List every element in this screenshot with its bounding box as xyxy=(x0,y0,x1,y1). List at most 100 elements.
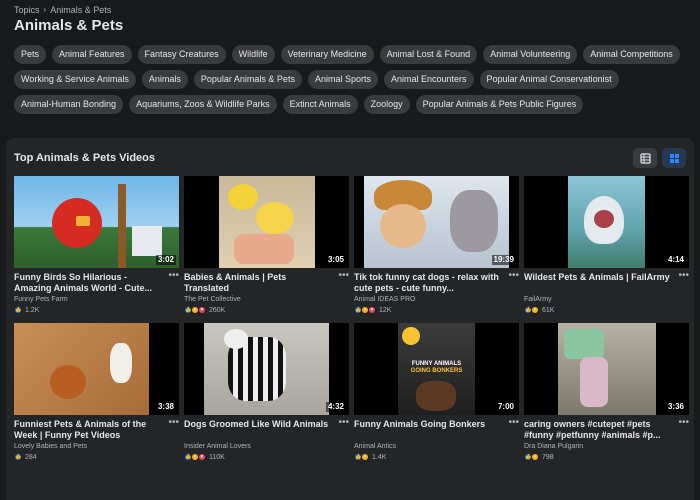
grid-view-icon xyxy=(669,153,679,163)
channel-name[interactable]: Dra Diana Pulgarin xyxy=(524,442,689,451)
topic-chip[interactable]: Popular Animal Conservationist xyxy=(479,70,619,89)
topic-chip[interactable]: Popular Animals & Pets xyxy=(193,70,302,89)
video-card[interactable]: 3:02 Funny Birds So Hilarious - Amazing A… xyxy=(14,176,179,315)
channel-name[interactable]: The Pet Collective xyxy=(184,295,349,304)
grid-view-button[interactable] xyxy=(662,148,686,168)
topic-chip[interactable]: Animal Lost & Found xyxy=(379,45,478,64)
topic-chip[interactable]: Extinct Animals xyxy=(282,95,358,114)
topic-chip[interactable]: Working & Service Animals xyxy=(14,70,136,89)
video-card[interactable]: 19:39 Tik tok funny cat dogs - relax with… xyxy=(354,176,519,315)
topic-chip[interactable]: Animal Competitions xyxy=(583,45,680,64)
topic-chip[interactable]: Animals xyxy=(141,70,188,89)
reaction-count: 12K xyxy=(379,306,392,314)
reaction-count: 260K xyxy=(209,306,226,314)
video-duration: 4:32 xyxy=(325,402,346,412)
list-view-button[interactable] xyxy=(633,148,657,168)
topic-chip[interactable]: Pets xyxy=(14,45,47,64)
reactions-summary[interactable]: 👍 284 xyxy=(14,452,179,462)
more-options-icon[interactable]: ••• xyxy=(678,417,689,428)
topic-chip[interactable]: Popular Animals & Pets Public Figures xyxy=(415,95,584,114)
topic-chip[interactable]: Fantasy Creatures xyxy=(137,45,226,64)
like-reaction-icon: 👍 xyxy=(14,453,22,461)
reaction-count: 798 xyxy=(542,453,554,461)
haha-reaction-icon: • xyxy=(531,453,539,461)
video-title[interactable]: Funniest Pets & Animals of the Week | Fu… xyxy=(14,419,162,441)
reactions-summary[interactable]: 👍 • 798 xyxy=(524,452,689,462)
section-title: Top Animals & Pets Videos xyxy=(14,152,155,164)
video-duration: 3:05 xyxy=(325,255,346,265)
channel-name[interactable]: Lovely Babies and Pets xyxy=(14,442,179,451)
reactions-summary[interactable]: 👍 • ♥ 260K xyxy=(184,305,349,315)
video-duration: 7:00 xyxy=(495,402,516,412)
video-card[interactable]: 3:38 Funniest Pets & Animals of the Week … xyxy=(14,323,179,462)
video-thumbnail[interactable]: 3:05 xyxy=(184,176,349,268)
channel-name[interactable]: Insider Animal Lovers xyxy=(184,442,349,451)
breadcrumb-topics-link[interactable]: Topics xyxy=(14,5,40,15)
video-duration: 4:14 xyxy=(665,255,686,265)
topic-chip-list: Pets Animal Features Fantasy Creatures Wild… xyxy=(14,45,694,114)
reactions-summary[interactable]: 👍 • 1.4K xyxy=(354,452,519,462)
video-card[interactable]: 4:32 Dogs Groomed Like Wild Animals ••• Ins… xyxy=(184,323,349,462)
page-title: Animals & Pets xyxy=(14,17,124,34)
video-card[interactable]: 4:14 Wildest Pets & Animals | FailArmy •••… xyxy=(524,176,689,315)
channel-name[interactable]: Animal Antics xyxy=(354,442,519,451)
video-thumbnail[interactable]: 4:32 xyxy=(184,323,349,415)
more-options-icon[interactable]: ••• xyxy=(508,270,519,281)
reactions-summary[interactable]: 👍 • ♥ 110K xyxy=(184,452,349,462)
reactions-summary[interactable]: 👍 1.2K xyxy=(14,305,179,315)
video-duration: 3:38 xyxy=(155,402,176,412)
video-thumbnail[interactable]: 4:14 xyxy=(524,176,689,268)
video-duration: 3:36 xyxy=(665,402,686,412)
video-title[interactable]: Funny Birds So Hilarious - Amazing Anima… xyxy=(14,272,162,294)
more-options-icon[interactable]: ••• xyxy=(338,417,349,428)
channel-name[interactable]: Animal IDEAS PRO xyxy=(354,295,519,304)
haha-reaction-icon: • xyxy=(361,453,369,461)
more-options-icon[interactable]: ••• xyxy=(338,270,349,281)
breadcrumb-current[interactable]: Animals & Pets xyxy=(50,5,111,15)
love-reaction-icon: ♥ xyxy=(198,453,206,461)
reactions-summary[interactable]: 👍 • 61K xyxy=(524,305,689,315)
more-options-icon[interactable]: ••• xyxy=(508,417,519,428)
topic-chip[interactable]: Aquariums, Zoos & Wildlife Parks xyxy=(129,95,277,114)
video-title[interactable]: caring owners #cutepet #pets #funny #pet… xyxy=(524,419,672,441)
video-card[interactable]: FUNNY ANIMALS GOING BONKERS 7:00 Funny Anim… xyxy=(354,323,519,462)
reaction-count: 61K xyxy=(542,306,555,314)
more-options-icon[interactable]: ••• xyxy=(678,270,689,281)
video-thumbnail[interactable]: 3:02 xyxy=(14,176,179,268)
topic-chip[interactable]: Veterinary Medicine xyxy=(280,45,374,64)
thumbnail-caption: FUNNY ANIMALS GOING BONKERS xyxy=(410,361,463,374)
video-title[interactable]: Tik tok funny cat dogs - relax with cute… xyxy=(354,272,502,294)
more-options-icon[interactable]: ••• xyxy=(168,270,179,281)
more-options-icon[interactable]: ••• xyxy=(168,417,179,428)
video-thumbnail[interactable]: 3:36 xyxy=(524,323,689,415)
video-title[interactable]: Dogs Groomed Like Wild Animals xyxy=(184,419,332,441)
reaction-count: 110K xyxy=(209,453,225,461)
haha-reaction-icon: • xyxy=(531,306,539,314)
video-duration: 19:39 xyxy=(491,255,516,265)
video-card[interactable]: 3:05 Babies & Animals | Pets Translated ••… xyxy=(184,176,349,315)
channel-name[interactable]: Funny Pets Farm xyxy=(14,295,179,304)
topic-chip[interactable]: Animal Sports xyxy=(307,70,378,89)
video-thumbnail[interactable]: FUNNY ANIMALS GOING BONKERS 7:00 xyxy=(354,323,519,415)
video-grid: 3:02 Funny Birds So Hilarious - Amazing A… xyxy=(6,168,694,462)
breadcrumb: Topics › Animals & Pets xyxy=(14,4,686,15)
video-card[interactable]: 3:36 caring owners #cutepet #pets #funny … xyxy=(524,323,689,462)
topic-chip[interactable]: Animal Encounters xyxy=(383,70,474,89)
video-title[interactable]: Wildest Pets & Animals | FailArmy xyxy=(524,272,672,294)
topic-chip[interactable]: Zoology xyxy=(363,95,410,114)
video-thumbnail[interactable]: 3:38 xyxy=(14,323,179,415)
reaction-count: 284 xyxy=(25,453,37,461)
channel-name[interactable]: FailArmy xyxy=(524,295,689,304)
topic-chip[interactable]: Animal Volunteering xyxy=(483,45,578,64)
topic-chip[interactable]: Animal-Human Bonding xyxy=(14,95,124,114)
like-reaction-icon: 👍 xyxy=(14,306,22,314)
video-title[interactable]: Funny Animals Going Bonkers xyxy=(354,419,502,441)
video-duration: 3:02 xyxy=(155,255,176,265)
videos-panel: Top Animals & Pets Videos 3:02 Funny Bir… xyxy=(6,138,694,500)
reaction-count: 1.4K xyxy=(372,453,387,461)
topic-chip[interactable]: Wildlife xyxy=(231,45,275,64)
video-title[interactable]: Babies & Animals | Pets Translated xyxy=(184,272,332,294)
video-thumbnail[interactable]: 19:39 xyxy=(354,176,519,268)
reactions-summary[interactable]: 👍 • ♥ 12K xyxy=(354,305,519,315)
topic-chip[interactable]: Animal Features xyxy=(52,45,132,64)
